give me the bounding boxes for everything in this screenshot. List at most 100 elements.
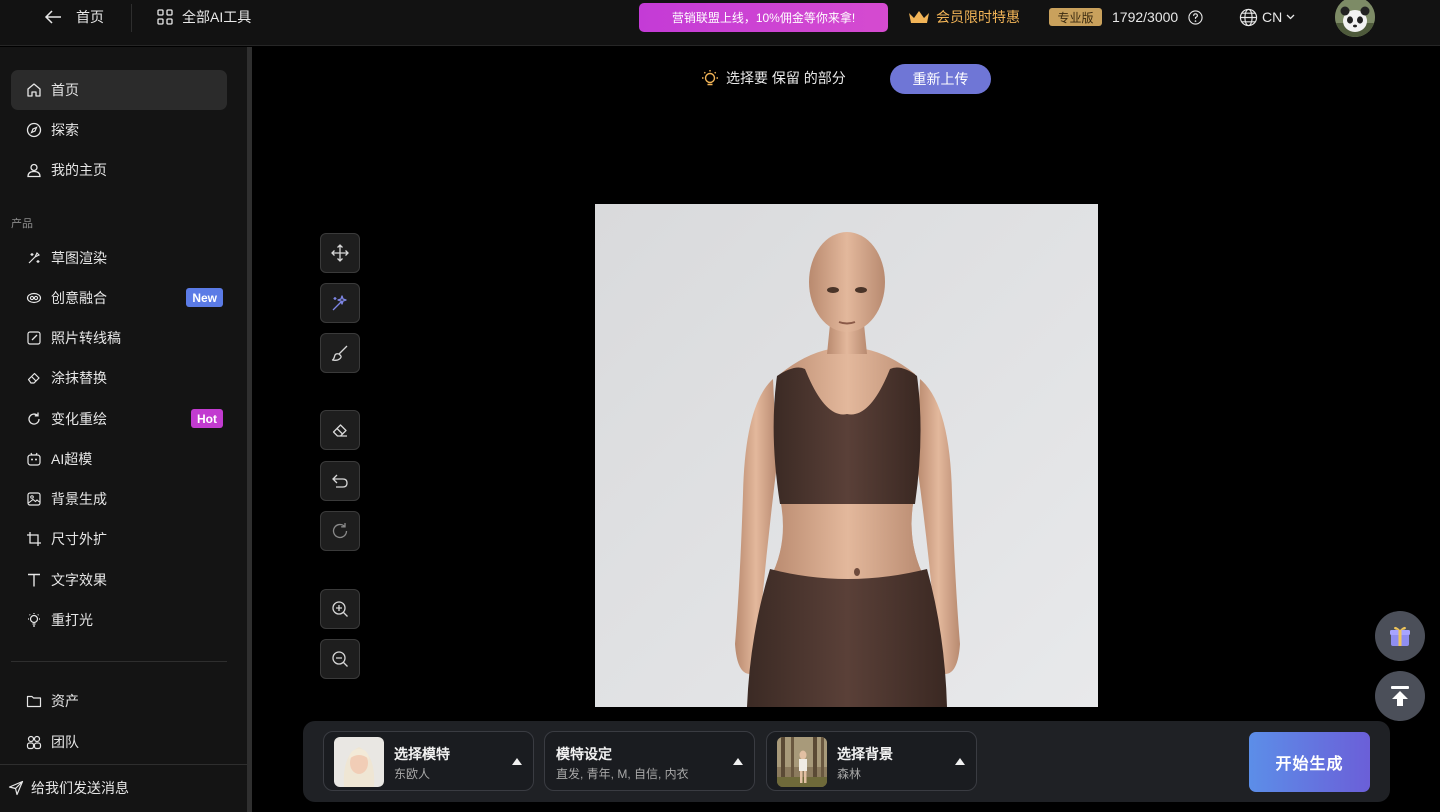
sidebar-item-sketch-render[interactable]: 草图渲染 (11, 238, 227, 278)
sidebar-item-team[interactable]: 团队 (11, 722, 227, 762)
send-feedback-link[interactable]: 给我们发送消息 (8, 779, 129, 797)
team-icon (26, 734, 42, 750)
reset-button[interactable] (320, 511, 360, 551)
sidebar-footer-divider (0, 764, 247, 765)
sidebar-item-label: 探索 (51, 122, 79, 138)
sidebar-item-relight[interactable]: 重打光 (11, 600, 227, 640)
back-label: 首页 (76, 9, 104, 25)
sidebar-item-label: 照片转线稿 (51, 330, 121, 346)
vip-offer-label: 会员限时特惠 (936, 9, 1020, 25)
sidebar-item-photo-to-lineart[interactable]: 照片转线稿 (11, 318, 227, 358)
background-selector[interactable]: 选择背景 森林 (766, 731, 977, 791)
model-selector-value: 东欧人 (394, 767, 431, 781)
sidebar-item-label: 草图渲染 (51, 250, 107, 266)
robot-icon (26, 451, 42, 467)
text-icon (26, 572, 42, 588)
sidebar-item-ai-supermodel[interactable]: AI超模 (11, 439, 227, 479)
sidebar-item-label: 背景生成 (51, 491, 107, 507)
model-settings-value: 直发, 青年, M, 自信, 内衣 (556, 767, 689, 781)
model-portrait-icon (334, 737, 384, 787)
help-icon[interactable] (1188, 9, 1203, 25)
reupload-button[interactable]: 重新上传 (890, 64, 991, 94)
sidebar-item-label: 涂抹替换 (51, 370, 107, 386)
sidebar-divider (11, 661, 227, 662)
back-to-top-button[interactable] (1375, 671, 1425, 721)
move-tool-button[interactable] (320, 233, 360, 273)
sidebar-item-label: 尺寸外扩 (51, 531, 107, 547)
sidebar-item-assets[interactable]: 资产 (11, 681, 227, 721)
model-settings-selector[interactable]: 模特设定 直发, 青年, M, 自信, 内衣 (544, 731, 755, 791)
sidebar-item-label: 变化重绘 (51, 411, 107, 427)
sidebar-item-background-gen[interactable]: 背景生成 (11, 479, 227, 519)
zoom-in-icon (332, 601, 348, 617)
sidebar-item-smudge-replace[interactable]: 涂抹替换 (11, 358, 227, 398)
model-selector[interactable]: 选择模特 东欧人 (323, 731, 534, 791)
selection-hint: 选择要 保留 的部分 (700, 69, 846, 87)
sidebar-scrollbar[interactable] (247, 47, 252, 812)
sidebar-item-label: 文字效果 (51, 572, 107, 588)
sidebar-item-text-effects[interactable]: 文字效果 (11, 560, 227, 600)
caret-up-icon (512, 758, 522, 765)
start-generate-button[interactable]: 开始生成 (1249, 732, 1370, 792)
blend-icon (26, 290, 42, 306)
sidebar-item-vary-redraw[interactable]: 变化重绘 Hot (11, 399, 227, 439)
sidebar-item-outpaint[interactable]: 尺寸外扩 (11, 519, 227, 559)
folder-icon (26, 693, 42, 709)
background-thumbnail (777, 737, 827, 787)
sidebar-item-my-page[interactable]: 我的主页 (11, 150, 227, 190)
undo-button[interactable] (320, 461, 360, 501)
lightbulb-icon (702, 70, 718, 86)
arrow-left-icon (44, 10, 61, 24)
crown-icon (909, 11, 929, 23)
model-selector-title: 选择模特 (394, 746, 450, 762)
user-avatar[interactable] (1335, 0, 1375, 37)
crop-icon (26, 531, 42, 547)
globe-icon (1239, 8, 1258, 26)
sidebar-item-label: 首页 (51, 82, 79, 98)
arrow-up-to-top-icon (1391, 686, 1409, 706)
eraser-icon (26, 370, 42, 386)
forest-scene-icon (777, 737, 827, 787)
sidebar-item-creative-blend[interactable]: 创意融合 New (11, 278, 227, 318)
sidebar-item-explore[interactable]: 探索 (11, 110, 227, 150)
generation-panel: 选择模特 东欧人 模特设定 直发, 青年, M, 自信, 内衣 选择背景 森林 … (303, 721, 1390, 802)
magic-select-tool-button[interactable] (320, 283, 360, 323)
grid-icon (157, 9, 173, 25)
send-feedback-label: 给我们发送消息 (31, 780, 129, 796)
sidebar-item-label: 资产 (51, 693, 79, 709)
brush-tool-button[interactable] (320, 333, 360, 373)
top-bar: 首页 全部AI工具 营销联盟上线，10%佣金等你来拿! 会员限时特惠 专业版 1… (0, 0, 1440, 46)
sidebar-item-label: AI超模 (51, 451, 93, 467)
back-home-link[interactable]: 首页 (44, 8, 104, 26)
reset-icon (332, 523, 348, 539)
sketch-icon (26, 250, 42, 266)
gift-icon (1390, 626, 1410, 646)
caret-up-icon (733, 758, 743, 765)
brush-icon (331, 345, 348, 361)
zoom-in-button[interactable] (320, 589, 360, 629)
image-canvas[interactable] (595, 204, 1098, 707)
plan-badge: 专业版 (1049, 8, 1102, 26)
send-icon (8, 780, 24, 796)
sidebar-item-label: 重打光 (51, 612, 93, 628)
vip-offer-link[interactable]: 会员限时特惠 (908, 8, 1020, 26)
zoom-out-button[interactable] (320, 639, 360, 679)
eraser-tool-button[interactable] (320, 410, 360, 450)
mannequin-image (595, 204, 1098, 707)
language-selector[interactable]: CN (1239, 8, 1295, 26)
sidebar-item-home[interactable]: 首页 (11, 70, 227, 110)
refresh-icon (26, 411, 42, 427)
new-badge: New (186, 288, 223, 307)
gift-button[interactable] (1375, 611, 1425, 661)
model-thumbnail (334, 737, 384, 787)
bulb-icon (26, 612, 42, 628)
hot-badge: Hot (191, 409, 223, 428)
selection-hint-text: 选择要 保留 的部分 (726, 70, 846, 86)
language-label: CN (1262, 9, 1283, 25)
sidebar-item-label: 我的主页 (51, 162, 107, 178)
all-ai-tools-button[interactable]: 全部AI工具 (157, 8, 251, 26)
edit-icon (26, 330, 42, 346)
panda-avatar-icon (1335, 0, 1375, 37)
magic-wand-icon (332, 295, 347, 311)
promo-banner[interactable]: 营销联盟上线，10%佣金等你来拿! (639, 3, 888, 32)
